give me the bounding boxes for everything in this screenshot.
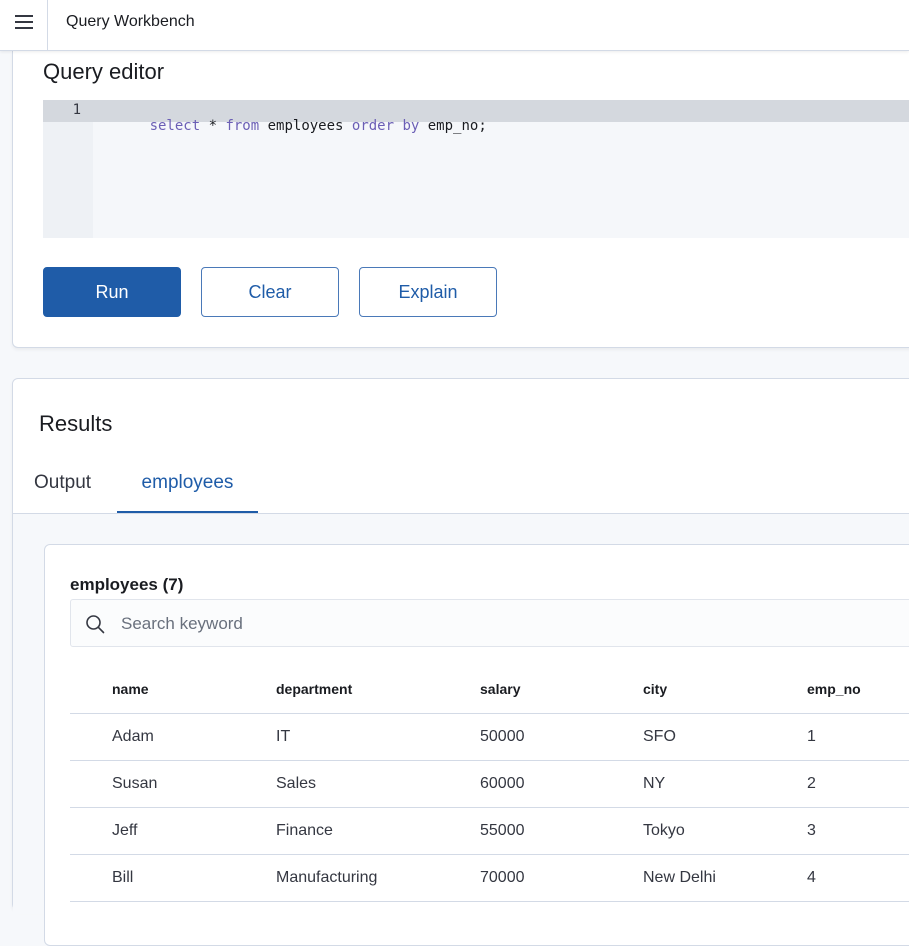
results-heading: Results	[39, 411, 113, 436]
table-cell: 50000	[480, 713, 643, 761]
top-bar: Query Workbench	[0, 0, 909, 51]
table-cell: Tokyo	[643, 807, 807, 855]
column-header[interactable]: salary	[480, 665, 643, 714]
sql-token: from	[225, 118, 260, 134]
search-input[interactable]	[119, 600, 903, 648]
table-cell: IT	[276, 713, 480, 761]
sql-token: order by	[351, 118, 420, 134]
table-card: employees (7) name	[44, 544, 909, 946]
query-editor-panel: Query editor 1 select * from employees o…	[12, 51, 909, 348]
line-number: 1	[72, 102, 81, 118]
app-title: Query Workbench	[66, 13, 195, 30]
run-button[interactable]: Run	[43, 267, 181, 317]
table-cell: 3	[807, 807, 909, 855]
menu-button[interactable]	[0, 0, 48, 50]
table-cell: New Delhi	[643, 854, 807, 902]
search-box[interactable]	[70, 599, 909, 648]
table-row: Susan Sales 60000 NY 2	[70, 760, 909, 808]
query-editor-heading: Query editor	[43, 59, 165, 84]
table-cell: 55000	[480, 807, 643, 855]
results-body: employees (7) name	[13, 514, 909, 946]
results-tabs: Output employees	[13, 467, 909, 514]
tab-output[interactable]: Output	[34, 467, 91, 513]
table-cell: 4	[807, 854, 909, 902]
table-cell: Manufacturing	[276, 854, 480, 902]
tab-employees[interactable]: employees	[117, 467, 258, 513]
table-cell: 60000	[480, 760, 643, 808]
sql-token: *	[200, 118, 226, 134]
table-title: employees (7)	[70, 575, 184, 594]
sql-token: employees	[259, 118, 352, 134]
clear-button[interactable]: Clear	[201, 267, 339, 317]
table-cell: Adam	[70, 713, 276, 761]
table-cell: NY	[643, 760, 807, 808]
sql-token: select	[149, 118, 201, 134]
table-row: Adam IT 50000 SFO 1	[70, 713, 909, 761]
table-cell: Jeff	[70, 807, 276, 855]
table-header-row: name department salary city emp_no	[70, 665, 909, 714]
query-text[interactable]: select * from employees order by emp_no;	[99, 102, 487, 150]
hamburger-menu-icon[interactable]	[14, 14, 33, 30]
column-header[interactable]: name	[70, 665, 276, 714]
table-cell: 70000	[480, 854, 643, 902]
table-cell: Susan	[70, 760, 276, 808]
results-panel: Results Output employees employees (7) S…	[12, 378, 909, 946]
column-header[interactable]: emp_no	[807, 665, 909, 714]
table-cell: Finance	[276, 807, 480, 855]
table-cell: 1	[807, 713, 909, 761]
column-header[interactable]: city	[643, 665, 807, 714]
table-row: Bill Manufacturing 70000 New Delhi 4	[70, 854, 909, 902]
column-header[interactable]: department	[276, 665, 480, 714]
sql-token: emp_no;	[419, 118, 487, 134]
results-table: name department salary city emp_no Adam …	[70, 665, 909, 902]
table-row: Jeff Finance 55000 Tokyo 3	[70, 807, 909, 855]
table-cell: Sales	[276, 760, 480, 808]
code-editor[interactable]: 1 select * from employees order by emp_n…	[43, 100, 909, 238]
explain-button[interactable]: Explain	[359, 267, 497, 317]
table-cell: 2	[807, 760, 909, 808]
search-icon	[86, 615, 105, 634]
table-cell: SFO	[643, 713, 807, 761]
table-cell: Bill	[70, 854, 276, 902]
